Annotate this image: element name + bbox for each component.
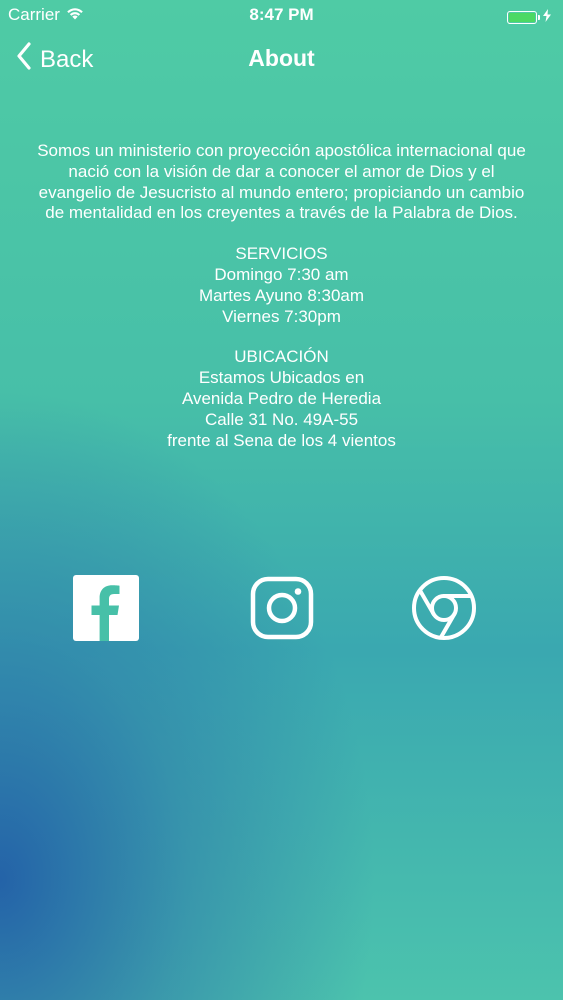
location-line: Avenida Pedro de Heredia — [181, 388, 382, 408]
charging-bolt-icon — [543, 7, 551, 27]
location-section: UBICACIÓN Estamos Ubicados en Avenida Pe… — [30, 347, 533, 451]
services-heading: SERVICIOS — [235, 244, 328, 264]
services-section: SERVICIOS Domingo 7:30 am Martes Ayuno 8… — [30, 244, 533, 327]
status-bar: Carrier 8:47 PM — [0, 0, 563, 30]
location-line: frente al Sena de los 4 vientos — [167, 430, 396, 450]
page-title: About — [248, 45, 315, 71]
service-line: Martes Ayuno 8:30am — [198, 285, 365, 305]
instagram-icon — [248, 576, 316, 646]
clock: 8:47 PM — [249, 5, 314, 24]
service-line: Domingo 7:30 am — [214, 264, 349, 284]
battery-indicator — [507, 7, 551, 27]
social-links — [0, 574, 563, 644]
chrome-icon — [410, 576, 478, 646]
facebook-button[interactable] — [72, 574, 140, 642]
chrome-button[interactable] — [410, 574, 478, 642]
instagram-button[interactable] — [248, 574, 316, 642]
about-content: Somos un ministerio con proyección apost… — [30, 141, 533, 451]
about-description: Somos un ministerio con proyección apost… — [37, 141, 526, 223]
location-line: Estamos Ubicados en — [198, 368, 365, 388]
service-line: Viernes 7:30pm — [222, 306, 341, 326]
location-heading: UBICACIÓN — [234, 347, 329, 367]
location-line: Calle 31 No. 49A-55 — [204, 409, 359, 429]
facebook-icon — [72, 575, 140, 646]
navigation-bar: Back About — [0, 36, 563, 80]
battery-icon — [507, 10, 537, 24]
